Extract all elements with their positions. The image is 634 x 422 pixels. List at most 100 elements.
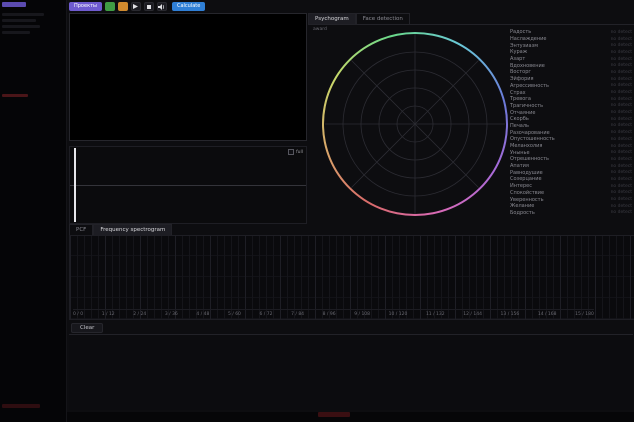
emotion-name: Кураж bbox=[510, 49, 527, 55]
time-axis-label: 2 / 24 bbox=[133, 312, 146, 317]
emotion-row: Разочарование no detect bbox=[510, 129, 632, 136]
emotion-row: Отрешенностьno detect bbox=[510, 156, 632, 163]
emotion-name: Разочарование bbox=[510, 130, 550, 136]
toolbar: Проекты Calculate bbox=[69, 2, 205, 11]
sidebar-item[interactable] bbox=[2, 31, 30, 34]
emotion-row: Эйфорияno detect bbox=[510, 76, 632, 83]
emotion-row: Равнодушиеno detect bbox=[510, 169, 632, 176]
emotion-row: Отчаяниеno detect bbox=[510, 109, 632, 116]
stop-button[interactable] bbox=[144, 2, 154, 11]
emotion-value: no detect bbox=[611, 150, 632, 155]
volume-button[interactable] bbox=[157, 2, 167, 11]
emotion-row: Страхno detect bbox=[510, 89, 632, 96]
emotion-value: no detect bbox=[611, 157, 632, 162]
time-axis-label: 1 / 12 bbox=[102, 312, 115, 317]
emotion-row: Наслаждениеno detect bbox=[510, 36, 632, 43]
tab-frequency-spectrogram[interactable]: Frequency spectrogram bbox=[93, 224, 172, 235]
emotion-name: Азарт bbox=[510, 56, 525, 62]
emotion-row: Куражno detect bbox=[510, 49, 632, 56]
emotion-name: Страх bbox=[510, 90, 526, 96]
emotion-value: no detect bbox=[611, 83, 632, 88]
emotion-name: Тревога bbox=[510, 96, 531, 102]
emotion-name: Энтузиазм bbox=[510, 43, 538, 49]
emotion-value: no detect bbox=[611, 204, 632, 209]
sidebar-item[interactable] bbox=[2, 19, 36, 22]
time-axis-label: 11 / 132 bbox=[426, 312, 445, 317]
calculate-button[interactable]: Calculate bbox=[172, 2, 205, 11]
emotion-name: Бодрость bbox=[510, 210, 535, 216]
time-axis-label: 8 / 96 bbox=[323, 312, 336, 317]
checkbox-icon bbox=[288, 149, 294, 155]
emotion-value: no detect bbox=[611, 177, 632, 182]
green-tool-button[interactable] bbox=[105, 2, 115, 11]
emotion-row: Спокойствиеno detect bbox=[510, 190, 632, 197]
emotion-row: Радостьno detect bbox=[510, 29, 632, 36]
tab-face-detection[interactable]: Face detection bbox=[356, 13, 410, 24]
emotion-name: Агрессивность bbox=[510, 83, 549, 89]
play-icon bbox=[133, 4, 138, 9]
emotion-value: no detect bbox=[611, 110, 632, 115]
emotion-name: Эйфория bbox=[510, 76, 534, 82]
time-axis-label: 4 / 48 bbox=[196, 312, 209, 317]
emotion-value: no detect bbox=[611, 130, 632, 135]
waveform-panel[interactable]: full bbox=[69, 146, 307, 224]
psychogram-panel: Psychogram Face detection award bbox=[308, 13, 634, 222]
emotion-row: Унынье no detect bbox=[510, 149, 632, 156]
emotion-name: Скорбь bbox=[510, 116, 529, 122]
emotion-name: Унынье bbox=[510, 150, 530, 156]
emotion-row: Скорбьno detect bbox=[510, 116, 632, 123]
time-axis-label: 3 / 36 bbox=[165, 312, 178, 317]
emotion-value: no detect bbox=[611, 170, 632, 175]
play-button[interactable] bbox=[131, 2, 141, 11]
emotion-row: Азарт no detect bbox=[510, 56, 632, 63]
emotion-row: Энтузиазм no detect bbox=[510, 42, 632, 49]
frequency-spectrogram-panel[interactable]: 0 / 01 / 122 / 243 / 364 / 485 / 606 / 7… bbox=[69, 235, 634, 320]
emotion-row: Трагичностьno detect bbox=[510, 103, 632, 110]
time-axis-label: 7 / 84 bbox=[291, 312, 304, 317]
sidebar bbox=[0, 0, 67, 422]
orange-tool-button[interactable] bbox=[118, 2, 128, 11]
emotion-value: no detect bbox=[611, 103, 632, 108]
emotion-row: Вдохновение no detect bbox=[510, 62, 632, 69]
sidebar-status-item bbox=[2, 404, 40, 408]
projects-button[interactable]: Проекты bbox=[69, 2, 102, 11]
playhead[interactable] bbox=[74, 148, 76, 222]
psychogram-tabbar: Psychogram Face detection bbox=[308, 13, 634, 25]
emotion-row: Меланхолияno detect bbox=[510, 143, 632, 150]
emotion-value: no detect bbox=[611, 43, 632, 48]
emotion-value: no detect bbox=[611, 30, 632, 35]
time-axis-label: 14 / 168 bbox=[538, 312, 557, 317]
time-axis-label: 10 / 120 bbox=[389, 312, 408, 317]
full-checkbox[interactable]: full bbox=[288, 149, 303, 155]
time-axis-label: 13 / 156 bbox=[501, 312, 520, 317]
emotion-value: no detect bbox=[611, 137, 632, 142]
emotion-value: no detect bbox=[611, 164, 632, 169]
waveform-zero-line bbox=[70, 185, 306, 186]
emotion-value: no detect bbox=[611, 197, 632, 202]
stop-icon bbox=[147, 5, 151, 9]
emotion-value: no detect bbox=[611, 63, 632, 68]
emotion-name: Вдохновение bbox=[510, 63, 545, 69]
emotion-name: Спокойствие bbox=[510, 190, 544, 196]
sidebar-projects-mark[interactable] bbox=[2, 2, 26, 7]
psychogram-radar-chart bbox=[322, 32, 508, 216]
clear-row: Clear bbox=[69, 322, 633, 335]
emotion-value: no detect bbox=[611, 57, 632, 62]
tab-psychogram[interactable]: Psychogram bbox=[308, 13, 356, 24]
emotion-name: Опустошенность bbox=[510, 136, 555, 142]
emotion-name: Печаль bbox=[510, 123, 529, 129]
emotion-name: Созерцание bbox=[510, 176, 542, 182]
emotion-value: no detect bbox=[611, 144, 632, 149]
time-axis-label: 12 / 144 bbox=[463, 312, 482, 317]
clear-button[interactable]: Clear bbox=[71, 323, 103, 333]
emotion-row: Апатияno detect bbox=[510, 163, 632, 170]
emotion-row: Созерцание no detect bbox=[510, 176, 632, 183]
sidebar-item[interactable] bbox=[2, 13, 44, 16]
sidebar-item-alert[interactable] bbox=[2, 94, 28, 97]
emotion-value: no detect bbox=[611, 184, 632, 189]
emotion-row: Опустошенность no detect bbox=[510, 136, 632, 143]
app-window: Проекты Calculate full Psychogram bbox=[0, 0, 634, 422]
sidebar-item[interactable] bbox=[2, 25, 40, 28]
emotion-value: no detect bbox=[611, 210, 632, 215]
tab-pcf[interactable]: PCF bbox=[69, 224, 93, 235]
